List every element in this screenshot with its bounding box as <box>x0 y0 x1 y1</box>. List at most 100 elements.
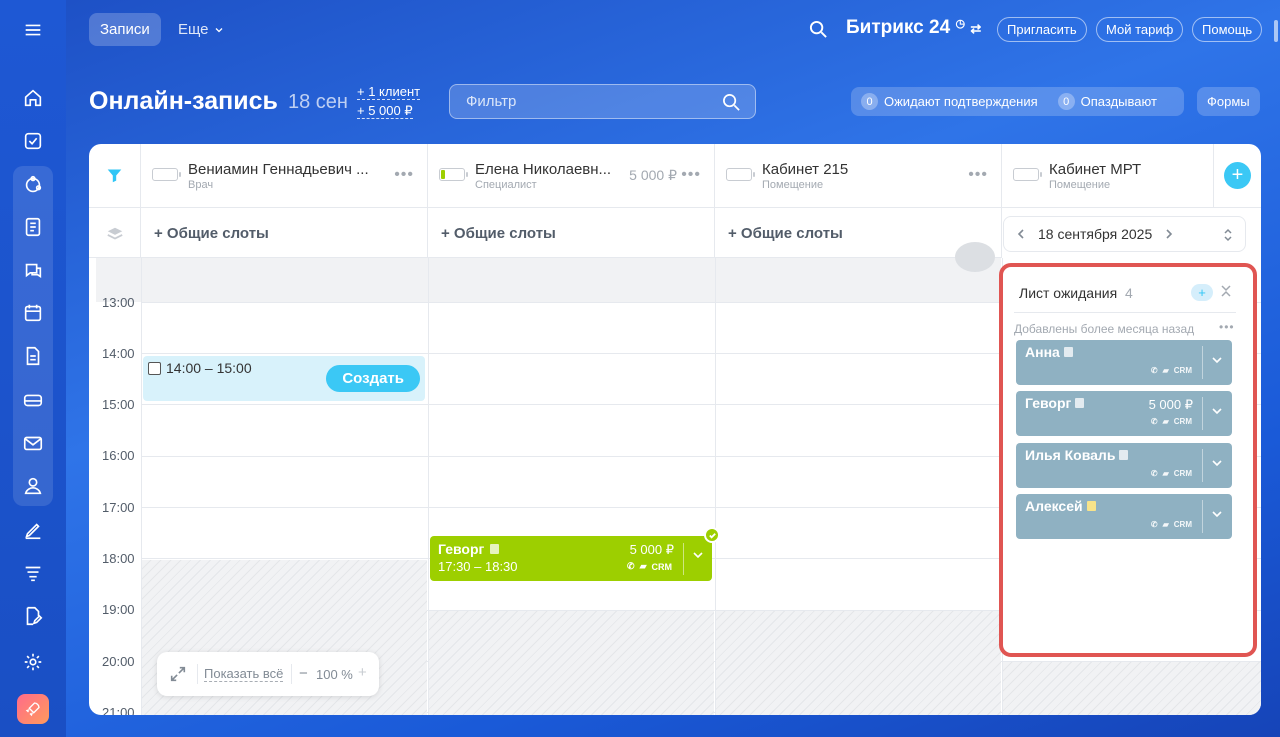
crm-badge[interactable]: CRM <box>1174 366 1192 375</box>
common-slots-0[interactable]: + Общие слоты <box>141 208 428 258</box>
contacts-icon[interactable] <box>17 470 49 502</box>
drive-icon[interactable] <box>17 384 49 416</box>
crm-badge[interactable]: CRM <box>652 562 673 572</box>
more-icon[interactable]: ••• <box>1219 320 1235 334</box>
document-list-icon[interactable] <box>17 211 49 243</box>
tab-more[interactable]: Еще <box>167 13 235 46</box>
chevron-down-icon[interactable] <box>1211 354 1223 366</box>
waitlist-card[interactable]: Илья Коваль ✆ ▰ CRM <box>1016 443 1232 488</box>
common-slots-1[interactable]: + Общие слоты <box>428 208 715 258</box>
late-label[interactable]: Опаздывают <box>1081 94 1157 109</box>
forms-button[interactable]: Формы <box>1197 87 1260 116</box>
chat-icon[interactable]: ▰ <box>1163 366 1169 375</box>
awaiting-label[interactable]: Ожидают подтверждения <box>884 94 1038 109</box>
waitlist-section-title: Добавлены более месяца назад <box>1014 322 1195 336</box>
waitlist-card[interactable]: Алексей ✆ ▰ CRM <box>1016 494 1232 539</box>
status-chips: 0 Ожидают подтверждения 0 Опаздывают <box>851 87 1184 116</box>
file-icon[interactable] <box>17 340 49 372</box>
rocket-icon[interactable] <box>17 694 49 724</box>
unavailable-area <box>429 611 714 715</box>
stat-clients[interactable]: + 1 клиент <box>357 84 421 100</box>
chat-icon[interactable] <box>17 255 49 287</box>
stat-money[interactable]: + 5 000 ₽ <box>357 103 413 119</box>
waitlist-client: Геворг <box>1025 395 1085 411</box>
tariff-button[interactable]: Мой тариф <box>1096 17 1184 42</box>
crm-icon[interactable] <box>17 169 49 201</box>
divider <box>1202 449 1203 482</box>
right-edge-handle[interactable] <box>1274 20 1278 42</box>
card-actions: ✆ ▰ CRM <box>1151 417 1192 426</box>
search-icon[interactable] <box>722 93 741 112</box>
note-icon <box>490 544 500 554</box>
chevron-down-icon[interactable] <box>1211 405 1223 417</box>
zoom-in-button[interactable]: + <box>358 664 367 681</box>
resource-column-2[interactable]: Кабинет 215 Помещение ••• <box>715 144 1002 208</box>
chat-icon[interactable]: ▰ <box>1163 417 1169 426</box>
phone-icon[interactable]: ✆ <box>1151 417 1158 426</box>
tab-records[interactable]: Записи <box>89 13 161 46</box>
resource-name: Вениамин Геннадьевич ... <box>188 161 369 178</box>
help-button[interactable]: Помощь <box>1192 17 1263 42</box>
card-actions: ✆ ▰ CRM <box>1151 366 1192 375</box>
edit-document-icon[interactable] <box>17 600 49 632</box>
waitlist-card[interactable]: Анна ✆ ▰ CRM <box>1016 340 1232 385</box>
phone-icon[interactable]: ✆ <box>1151 469 1158 478</box>
crm-badge[interactable]: CRM <box>1174 520 1192 529</box>
waitlist-add-button[interactable]: + <box>1191 284 1213 301</box>
menu-icon[interactable] <box>17 14 49 46</box>
selected-slot[interactable]: 14:00 – 15:00 Создать <box>143 356 425 401</box>
expand-icon[interactable] <box>169 665 187 683</box>
create-button[interactable]: Создать <box>326 365 420 392</box>
phone-icon[interactable]: ✆ <box>1151 520 1158 529</box>
resource-column-1[interactable]: Елена Николаевн... Специалист 5 000 ₽ ••… <box>428 144 715 208</box>
collapse-icon[interactable] <box>1220 284 1232 298</box>
chat-icon[interactable]: ▰ <box>640 561 647 572</box>
workload-indicator <box>439 168 468 181</box>
chevron-down-icon[interactable] <box>1211 457 1223 469</box>
sliders-icon[interactable]: ⇄ <box>970 21 981 36</box>
show-all-link[interactable]: Показать всё <box>204 667 284 682</box>
sign-icon[interactable] <box>17 514 49 546</box>
funnel-icon[interactable] <box>106 167 123 184</box>
chevron-down-icon[interactable] <box>692 549 704 561</box>
search-icon[interactable] <box>809 20 828 44</box>
crm-badge[interactable]: CRM <box>1174 469 1192 478</box>
sort-icon[interactable] <box>1223 227 1233 243</box>
chat-icon[interactable]: ▰ <box>1163 520 1169 529</box>
more-icon[interactable]: ••• <box>394 166 414 184</box>
chevron-right-icon[interactable] <box>1164 228 1174 240</box>
chevron-down-icon[interactable] <box>1211 508 1223 520</box>
crm-badge[interactable]: CRM <box>1174 417 1192 426</box>
date-picker[interactable]: 18 сентября 2025 <box>1003 216 1246 252</box>
resource-column-0[interactable]: Вениамин Геннадьевич ... Врач ••• <box>141 144 428 208</box>
scroll-bubble[interactable] <box>955 242 995 272</box>
unavailable-area <box>716 611 1001 715</box>
calendar-icon[interactable] <box>17 297 49 329</box>
filter-stack-icon[interactable] <box>17 557 49 589</box>
booking-card[interactable]: Геворг 17:30 – 18:30 5 000 ₽ ✆ ▰ CRM <box>430 536 712 581</box>
resource-column-3[interactable]: Кабинет МРТ Помещение <box>1002 144 1214 208</box>
home-icon[interactable] <box>17 82 49 114</box>
more-icon[interactable]: ••• <box>968 166 988 184</box>
add-resource-button[interactable]: + <box>1224 162 1251 189</box>
chat-icon[interactable]: ▰ <box>1163 469 1169 478</box>
settings-gear-icon[interactable] <box>17 646 49 678</box>
slot-time: 14:00 – 15:00 <box>166 360 252 376</box>
waitlist-card[interactable]: Геворг 5 000 ₽ ✆ ▰ CRM <box>1016 391 1232 436</box>
phone-icon[interactable]: ✆ <box>627 561 635 572</box>
tasks-icon[interactable] <box>17 125 49 157</box>
slot-checkbox[interactable] <box>148 362 161 375</box>
invite-button[interactable]: Пригласить <box>997 17 1087 42</box>
filter-input[interactable]: Фильтр <box>449 84 756 119</box>
waitlist-title: Лист ожидания <box>1019 285 1118 301</box>
chevron-left-icon[interactable] <box>1016 228 1026 240</box>
divider <box>197 664 198 684</box>
zoom-out-button[interactable]: − <box>299 665 308 682</box>
mail-icon[interactable] <box>17 427 49 459</box>
time-label: 13:00 <box>102 295 135 310</box>
chevron-down-icon <box>215 27 222 32</box>
more-icon[interactable]: ••• <box>681 166 701 184</box>
phone-icon[interactable]: ✆ <box>1151 366 1158 375</box>
workload-indicator <box>726 168 755 181</box>
workload-indicator <box>1013 168 1042 181</box>
